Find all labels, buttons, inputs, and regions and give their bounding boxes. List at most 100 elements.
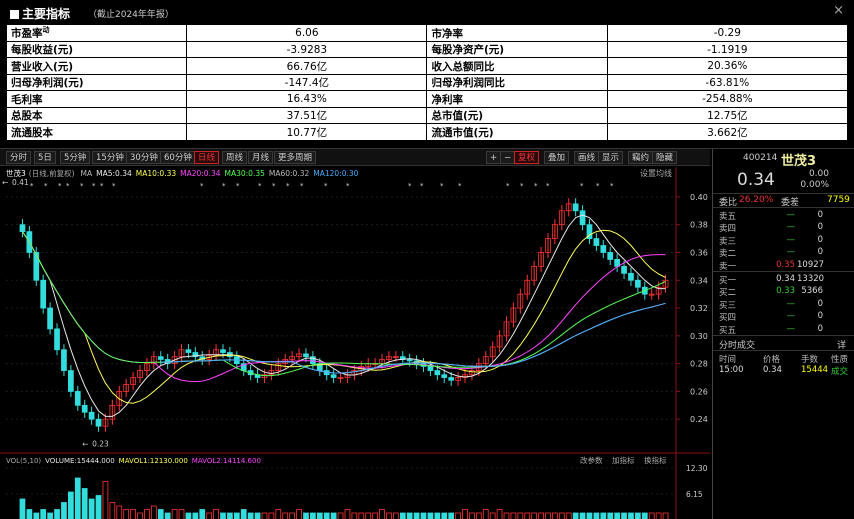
indicator-value: -3.9283 [186, 40, 428, 59]
volume-bar [406, 512, 413, 519]
signal-marker: * [92, 182, 96, 190]
signal-marker: * [580, 182, 584, 190]
indicator-key-text: 每股收益(元) [11, 44, 74, 57]
indicator-key: 营业收入(元) [5, 57, 188, 75]
indicator-value: 66.76亿 [186, 57, 428, 75]
period-tab[interactable]: 日线 [194, 151, 220, 164]
order-book-row: 卖四 — 0 [717, 222, 849, 234]
volume-panel-button[interactable]: 加指标 [612, 455, 635, 465]
price-tick-label: 0.38 [690, 221, 708, 230]
candle [628, 272, 634, 281]
signal-marker: * [30, 182, 34, 190]
period-tab[interactable]: 60分钟 [160, 151, 196, 164]
ma-legend-item: MA5:0.34 [96, 169, 132, 178]
toolbar-tool[interactable]: 复权 [514, 151, 540, 164]
price-tick-label: 0.34 [690, 276, 708, 285]
volume-bar [95, 495, 102, 519]
change-value: 0.00 [808, 169, 829, 179]
period-tab[interactable]: 15分钟 [92, 151, 128, 164]
weibi-value: 26.20% [739, 195, 774, 205]
indicator-row: 市盈率动 6.06 市净率 -0.29 [5, 24, 849, 42]
last-price: 0.34 [737, 170, 775, 190]
order-level-label: 买五 [719, 325, 737, 336]
volume-panel-button[interactable]: 改参数 [580, 455, 603, 465]
toolbar-tool[interactable]: 竊约 [628, 151, 654, 164]
indicator-value: -63.81% [606, 73, 849, 92]
signal-marker: * [408, 182, 412, 190]
signal-marker: * [534, 182, 538, 190]
indicator-value: 37.51亿 [186, 106, 428, 125]
order-volume: 0 [817, 323, 823, 334]
divider [713, 335, 854, 336]
volume-legend-item: VOLUME:15444.000 [45, 457, 115, 465]
signal-marker: * [272, 182, 276, 190]
order-price: — [786, 298, 796, 309]
trades-column-header: 性质 [831, 355, 849, 365]
volume-bar [233, 512, 240, 519]
indicator-value: -147.4亿 [186, 73, 428, 92]
candle [54, 328, 60, 351]
price-tick-label: 0.28 [690, 360, 708, 369]
kline-chart[interactable]: 0.40 0.38 0.36 0.34 0.32 0.30 0.28 0.26 0.24 世茂3(… [0, 167, 710, 519]
indicator-value: 20.36% [606, 57, 849, 75]
indicator-key: 归母净利润(元) [5, 73, 188, 92]
candle [621, 265, 627, 274]
volume-bar [88, 498, 95, 519]
order-volume: 0 [817, 247, 823, 258]
indicator-key-text: 流通股本 [11, 126, 53, 139]
order-level-label: 买二 [719, 288, 737, 299]
indicator-table: 市盈率动 6.06 市净率 -0.29 每股收益(元) -3.9283 每股净资产(元) -1… [5, 24, 849, 141]
ma-settings-button[interactable]: 设置均线 [640, 168, 672, 178]
close-icon[interactable]: × [833, 3, 844, 18]
volume-panel-button[interactable]: 换指标 [644, 455, 667, 465]
order-book-row: 买五 — 0 [717, 323, 849, 336]
toolbar-tool[interactable]: 画线 [574, 151, 600, 164]
period-tab[interactable]: 30分钟 [126, 151, 162, 164]
signal-marker: * [346, 182, 350, 190]
period-tab[interactable]: 周线 [222, 151, 248, 164]
volume-bar [420, 512, 427, 519]
toolbar-tool[interactable]: 显示 [598, 151, 624, 164]
indicator-key: 流通股本 [5, 123, 188, 141]
volume-bar [316, 512, 323, 519]
indicator-key-text: 归母净利润(元) [11, 77, 84, 90]
high-value: 0.41 [12, 178, 29, 187]
period-tab[interactable]: 5日 [34, 151, 56, 164]
square-icon [10, 10, 19, 19]
volume-tick-label: 12.30 [686, 464, 708, 473]
toolbar-tool[interactable]: 隐藏 [652, 151, 678, 164]
indicator-row: 归母净利润(元) -147.4亿 归母净利润同比 -63.81% [5, 73, 849, 92]
period-tab[interactable]: 5分钟 [60, 151, 91, 164]
order-price: — [786, 247, 796, 258]
signal-marker: * [58, 182, 62, 190]
volume-bar [47, 512, 53, 519]
toolbar-tool[interactable]: 叠加 [544, 151, 570, 164]
signal-marker: * [546, 182, 550, 190]
order-price: — [786, 323, 796, 334]
period-tab[interactable]: 更多周期 [274, 151, 317, 164]
price-tick-label: 0.40 [690, 193, 708, 202]
volume-bar [330, 512, 337, 519]
chart-app: 分时 5日 5分钟 15分钟 30分钟 60分钟 日线 周线 月线 更多周期 + − 复权 叠加 画线 显示竊… [0, 148, 854, 519]
volume-bar [54, 509, 60, 519]
volume-bar [413, 512, 420, 519]
volume-bar [220, 512, 226, 519]
indicator-title: 主要指标 [10, 5, 70, 22]
trade-row: 15:00 0.34 15444 成交 [717, 365, 851, 377]
trade-time: 15:00 [719, 365, 744, 375]
indicator-row: 营业收入(元) 66.76亿 收入总额同比 20.36% [5, 57, 849, 75]
order-book-row: 卖二 — 0 [717, 247, 849, 259]
indicator-subtitle: （截止2024年年报） [88, 10, 174, 20]
indicator-key-text: 营业收入(元) [11, 60, 74, 73]
period-tab[interactable]: 月线 [248, 151, 274, 164]
toolbar-tool[interactable]: − [500, 151, 516, 164]
toolbar-tool[interactable]: + [486, 151, 502, 164]
indicator-value: 16.43% [186, 90, 428, 108]
volume-bar [26, 509, 33, 519]
indicator-key-text: 毛利率 [11, 93, 43, 106]
period-tab[interactable]: 分时 [6, 151, 32, 164]
ma-legend-item: MA60:0.32 [269, 169, 310, 178]
indicator-value: 12.75亿 [606, 106, 849, 125]
candle [579, 210, 586, 226]
signal-marker: * [286, 182, 290, 190]
